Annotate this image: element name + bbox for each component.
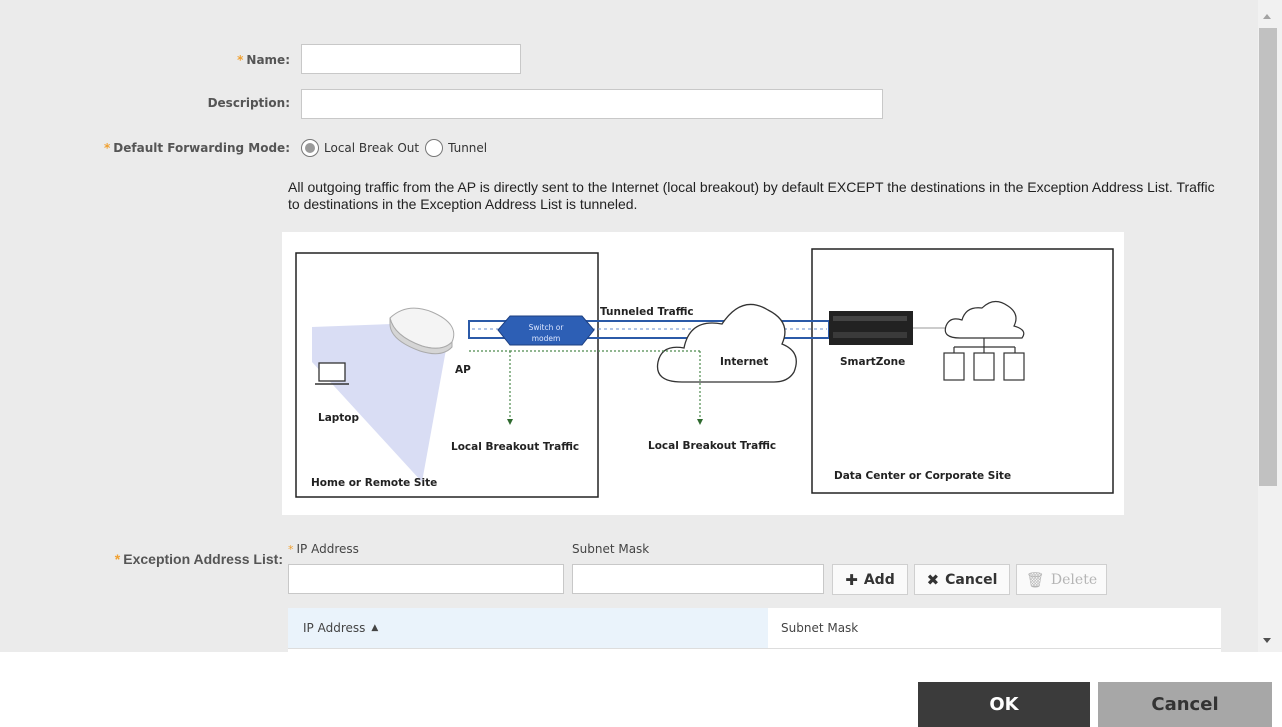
description-label-text: Description: [207, 96, 290, 110]
cancel-entry-button[interactable]: ✖ Cancel [914, 564, 1010, 595]
required-marker: * [288, 543, 294, 556]
delete-button[interactable]: 🗑 Delete [1016, 564, 1107, 595]
required-marker: * [104, 141, 111, 155]
laptop-label: Laptop [318, 412, 360, 424]
delete-button-label: Delete [1050, 571, 1098, 588]
tunneled-traffic-label: Tunneled Traffic [600, 306, 694, 318]
ap-label: AP [455, 364, 471, 376]
internet-label: Internet [720, 356, 768, 368]
ip-address-label: * IP Address [288, 542, 359, 556]
smartzone-icon [829, 311, 913, 345]
sort-asc-icon: ▲ [371, 623, 379, 633]
datacenter-cloud-icon [944, 300, 1025, 339]
network-diagram: Switch or modem Tunneled Traffic Interne… [282, 232, 1124, 515]
x-icon: ✖ [926, 570, 940, 589]
scrollbar-thumb[interactable] [1259, 28, 1277, 486]
column-subnet-mask-text: Subnet Mask [781, 621, 859, 635]
radio-local-break-out-label[interactable]: Local Break Out [324, 141, 419, 155]
column-header-subnet-mask[interactable]: Subnet Mask [768, 608, 1221, 648]
cancel-entry-label: Cancel [945, 571, 998, 588]
exception-address-list-label-text: Exception Address List: [123, 551, 283, 567]
exception-address-list-label: * Exception Address List: [60, 551, 283, 567]
data-center-label: Data Center or Corporate Site [834, 470, 1011, 482]
description-label: Description: [160, 96, 290, 110]
local-breakout-label-1: Local Breakout Traffic [451, 441, 579, 453]
table-row [288, 648, 1221, 652]
ok-button[interactable]: OK [918, 682, 1090, 727]
forwarding-mode-description: All outgoing traffic from the AP is dire… [288, 179, 1215, 212]
subnet-mask-input[interactable] [572, 564, 824, 594]
smartzone-label: SmartZone [840, 356, 905, 368]
local-breakout-label-2: Local Breakout Traffic [648, 440, 776, 452]
ip-address-input[interactable] [288, 564, 564, 594]
add-button[interactable]: ✚ Add [832, 564, 908, 595]
plus-icon: ✚ [845, 570, 858, 589]
cancel-button[interactable]: Cancel [1098, 682, 1272, 727]
switch-label-1: Switch or [529, 323, 565, 332]
required-marker: * [114, 551, 121, 567]
name-label-text: Name: [246, 53, 290, 67]
radio-tunnel-label[interactable]: Tunnel [448, 141, 487, 155]
exception-table-header: IP Address ▲ Subnet Mask [288, 608, 1221, 648]
forwarding-mode-radio-group: Local Break Out Tunnel [301, 139, 487, 157]
network-diagram-svg: Switch or modem Tunneled Traffic Interne… [295, 248, 1114, 498]
trash-icon: 🗑 [1025, 570, 1045, 589]
subnet-mask-label: Subnet Mask [572, 542, 650, 556]
column-header-ip-address[interactable]: IP Address ▲ [288, 608, 768, 648]
required-marker: * [237, 53, 244, 67]
name-label: * Name: [160, 53, 290, 67]
laptop-icon [315, 362, 349, 385]
form-panel: * Name: Description: * Default Forwarding … [0, 0, 1258, 652]
forwarding-mode-label: * Default Forwarding Mode: [60, 141, 290, 155]
name-input[interactable] [301, 44, 521, 74]
forwarding-mode-label-text: Default Forwarding Mode: [113, 141, 290, 155]
vertical-scrollbar[interactable] [1258, 0, 1282, 652]
home-site-label: Home or Remote Site [311, 477, 437, 489]
radio-local-break-out[interactable] [301, 139, 319, 157]
server-icons [943, 352, 1025, 381]
description-input[interactable] [301, 89, 883, 119]
add-button-label: Add [863, 571, 895, 588]
radio-tunnel[interactable] [425, 139, 444, 157]
ip-address-label-text: IP Address [296, 542, 359, 556]
column-ip-address-text: IP Address [303, 621, 366, 635]
scroll-down-icon[interactable] [1263, 638, 1271, 643]
scroll-up-icon[interactable] [1263, 14, 1271, 19]
switch-label-2: modem [532, 334, 561, 343]
